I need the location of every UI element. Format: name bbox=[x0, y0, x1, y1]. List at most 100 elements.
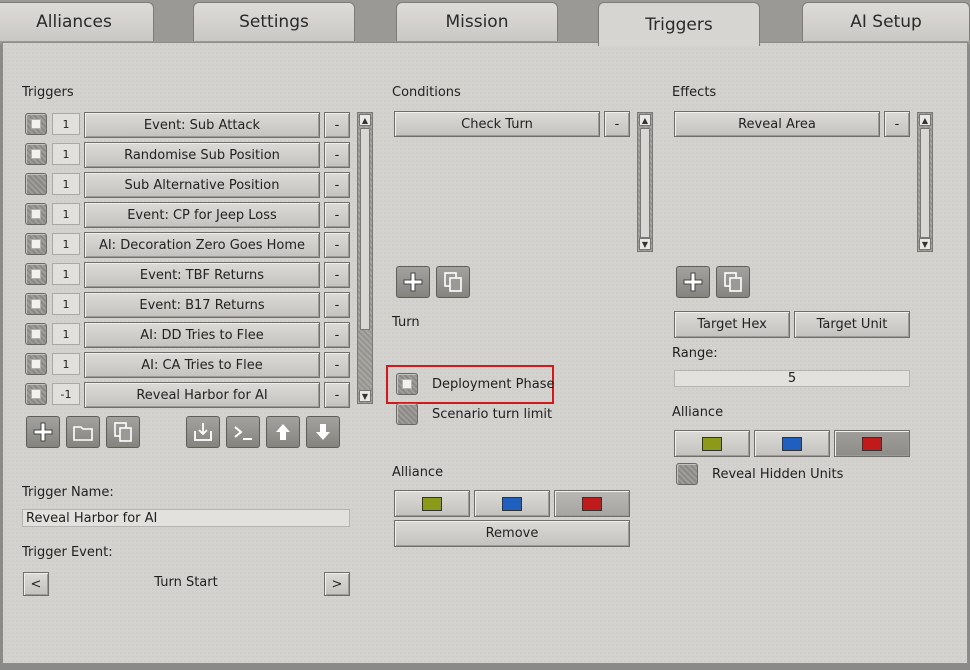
trigger-enabled-checkbox[interactable] bbox=[25, 113, 47, 135]
import-button[interactable] bbox=[186, 416, 220, 448]
trigger-name-button[interactable]: Sub Alternative Position bbox=[84, 172, 320, 198]
remove-trigger-button[interactable]: - bbox=[324, 292, 350, 318]
reveal-hidden-units-checkbox[interactable] bbox=[676, 463, 698, 485]
trigger-enabled-checkbox[interactable] bbox=[25, 143, 47, 165]
arrow-down-icon bbox=[316, 424, 330, 440]
remove-effect-button[interactable]: - bbox=[884, 111, 910, 137]
open-folder-button[interactable] bbox=[66, 416, 100, 448]
trigger-priority[interactable]: 1 bbox=[52, 293, 80, 315]
trigger-priority[interactable]: 1 bbox=[52, 323, 80, 345]
target-unit-button[interactable]: Target Unit bbox=[794, 311, 910, 338]
add-condition-button[interactable] bbox=[396, 266, 430, 298]
remove-trigger-button[interactable]: - bbox=[324, 262, 350, 288]
scroll-up-arrow-icon[interactable]: ▲ bbox=[639, 114, 651, 126]
effects-scrollbar[interactable]: ▲ ▼ bbox=[917, 112, 933, 252]
trigger-name-button[interactable]: Event: Sub Attack bbox=[84, 112, 320, 138]
tab-settings[interactable]: Settings bbox=[193, 2, 355, 41]
scroll-down-arrow-icon[interactable]: ▼ bbox=[359, 390, 371, 402]
add-effect-button[interactable] bbox=[676, 266, 710, 298]
tab-label: Settings bbox=[239, 12, 309, 32]
minus-icon: - bbox=[334, 297, 340, 313]
remove-alliance-button[interactable]: Remove bbox=[394, 520, 630, 547]
trigger-name-button[interactable]: AI: CA Tries to Flee bbox=[84, 352, 320, 378]
copy-condition-button[interactable] bbox=[436, 266, 470, 298]
effect-alliance-blue-button[interactable] bbox=[754, 430, 830, 457]
condition-alliance-red-button[interactable] bbox=[554, 490, 630, 517]
range-input[interactable]: 5 bbox=[674, 370, 910, 387]
trigger-priority[interactable]: 1 bbox=[52, 173, 80, 195]
alliance-swatch bbox=[862, 436, 882, 451]
trigger-priority[interactable]: 1 bbox=[52, 143, 80, 165]
range-label: Range: bbox=[672, 346, 718, 361]
tab-triggers[interactable]: Triggers bbox=[598, 2, 760, 46]
scroll-up-arrow-icon[interactable]: ▲ bbox=[359, 114, 371, 126]
console-button[interactable] bbox=[226, 416, 260, 448]
trigger-name-button[interactable]: AI: DD Tries to Flee bbox=[84, 322, 320, 348]
conditions-scrollbar[interactable]: ▲ ▼ bbox=[637, 112, 653, 252]
remove-trigger-button[interactable]: - bbox=[324, 172, 350, 198]
trigger-name-input[interactable]: Reveal Harbor for AI bbox=[22, 509, 350, 527]
trigger-enabled-checkbox[interactable] bbox=[25, 383, 47, 405]
condition-item-check-turn[interactable]: Check Turn bbox=[394, 111, 600, 137]
trigger-priority[interactable]: 1 bbox=[52, 113, 80, 135]
add-trigger-button[interactable] bbox=[26, 416, 60, 448]
add-icon bbox=[33, 422, 53, 442]
trigger-priority[interactable]: 1 bbox=[52, 233, 80, 255]
tab-mission[interactable]: Mission bbox=[396, 2, 558, 41]
scenario-turn-limit-checkbox[interactable] bbox=[396, 403, 418, 425]
remove-trigger-button[interactable]: - bbox=[324, 142, 350, 168]
tab-alliances[interactable]: Alliances bbox=[0, 2, 154, 41]
deployment-phase-checkbox[interactable] bbox=[396, 373, 418, 395]
trigger-enabled-checkbox[interactable] bbox=[25, 293, 47, 315]
remove-trigger-button[interactable]: - bbox=[324, 352, 350, 378]
trigger-name-button[interactable]: Event: CP for Jeep Loss bbox=[84, 202, 320, 228]
copy-icon bbox=[724, 272, 742, 292]
effect-item-label: Reveal Area bbox=[738, 116, 816, 132]
remove-trigger-button[interactable]: - bbox=[324, 232, 350, 258]
remove-trigger-button[interactable]: - bbox=[324, 382, 350, 408]
effect-alliance-red-button[interactable] bbox=[834, 430, 910, 457]
trigger-enabled-checkbox[interactable] bbox=[25, 233, 47, 255]
remove-trigger-button[interactable]: - bbox=[324, 202, 350, 228]
condition-alliance-green-button[interactable] bbox=[394, 490, 470, 517]
trigger-name-button[interactable]: Event: TBF Returns bbox=[84, 262, 320, 288]
trigger-enabled-checkbox[interactable] bbox=[25, 203, 47, 225]
trigger-name-button[interactable]: Event: B17 Returns bbox=[84, 292, 320, 318]
remove-trigger-button[interactable]: - bbox=[324, 322, 350, 348]
next-event-button[interactable]: > bbox=[324, 572, 350, 596]
tab-ai-setup[interactable]: AI Setup bbox=[802, 2, 970, 41]
scroll-down-arrow-icon[interactable]: ▼ bbox=[639, 238, 651, 250]
trigger-priority[interactable]: -1 bbox=[52, 383, 80, 405]
remove-trigger-button[interactable]: - bbox=[324, 112, 350, 138]
prev-event-button[interactable]: < bbox=[23, 572, 49, 596]
target-hex-button[interactable]: Target Hex bbox=[674, 311, 790, 338]
condition-alliance-blue-button[interactable] bbox=[474, 490, 550, 517]
scroll-up-arrow-icon[interactable]: ▲ bbox=[919, 114, 931, 126]
trigger-name-button[interactable]: Reveal Harbor for AI bbox=[84, 382, 320, 408]
trigger-name-value: Reveal Harbor for AI bbox=[26, 510, 158, 526]
trigger-list-scrollbar[interactable]: ▲ ▼ bbox=[357, 112, 373, 404]
trigger-enabled-checkbox[interactable] bbox=[25, 353, 47, 375]
scroll-thumb[interactable] bbox=[360, 128, 370, 330]
trigger-enabled-checkbox[interactable] bbox=[25, 323, 47, 345]
trigger-enabled-checkbox[interactable] bbox=[25, 173, 47, 195]
move-down-button[interactable] bbox=[306, 416, 340, 448]
trigger-priority[interactable]: 1 bbox=[52, 203, 80, 225]
trigger-priority[interactable]: 1 bbox=[52, 263, 80, 285]
trigger-item-label: AI: Decoration Zero Goes Home bbox=[98, 237, 306, 253]
trigger-name-button[interactable]: AI: Decoration Zero Goes Home bbox=[84, 232, 320, 258]
move-up-button[interactable] bbox=[266, 416, 300, 448]
effect-alliance-green-button[interactable] bbox=[674, 430, 750, 457]
trigger-priority[interactable]: 1 bbox=[52, 353, 80, 375]
effect-item-reveal-area[interactable]: Reveal Area bbox=[674, 111, 880, 137]
chevron-left-icon: < bbox=[30, 576, 42, 592]
effects-label: Effects bbox=[672, 85, 717, 100]
copy-trigger-button[interactable] bbox=[106, 416, 140, 448]
scroll-thumb[interactable] bbox=[920, 128, 930, 238]
scroll-thumb[interactable] bbox=[640, 128, 650, 238]
trigger-enabled-checkbox[interactable] bbox=[25, 263, 47, 285]
copy-effect-button[interactable] bbox=[716, 266, 750, 298]
scroll-down-arrow-icon[interactable]: ▼ bbox=[919, 238, 931, 250]
remove-condition-button[interactable]: - bbox=[604, 111, 630, 137]
trigger-name-button[interactable]: Randomise Sub Position bbox=[84, 142, 320, 168]
